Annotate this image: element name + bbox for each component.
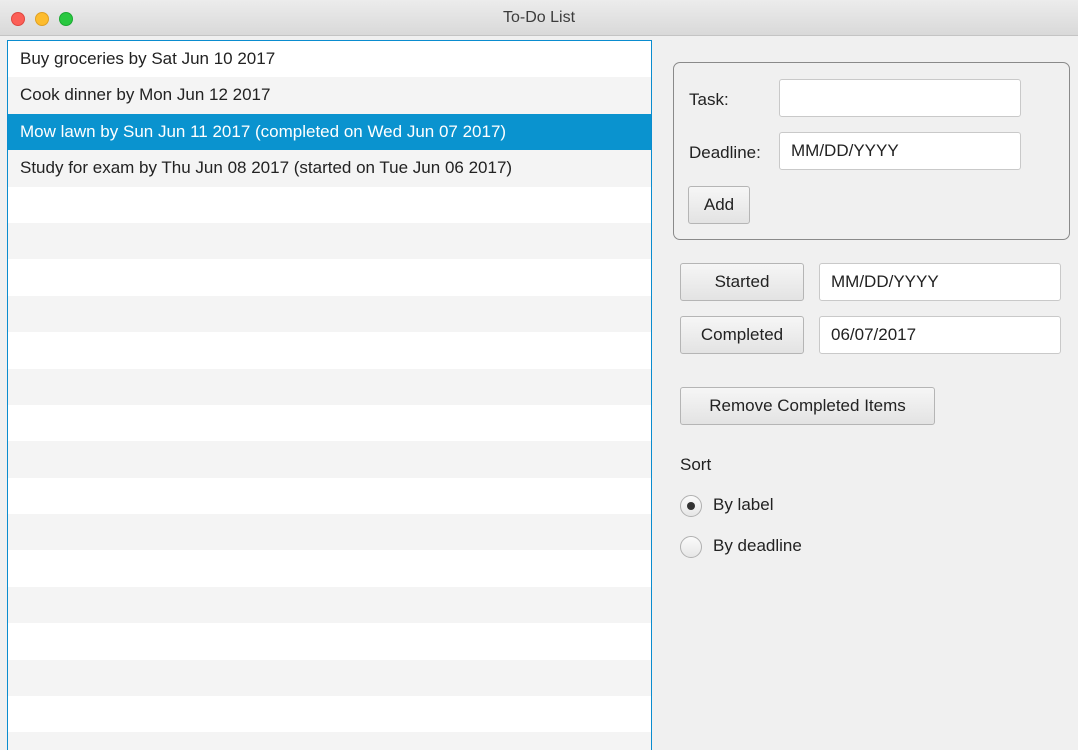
remove-completed-button[interactable]: Remove Completed Items — [680, 387, 935, 425]
empty-list-row — [8, 514, 651, 551]
started-button[interactable]: Started — [680, 263, 804, 301]
window-title: To-Do List — [502, 9, 576, 26]
deadline-input[interactable]: MM/DD/YYYY — [779, 132, 1021, 170]
add-button[interactable]: Add — [688, 186, 750, 224]
empty-list-row — [8, 550, 651, 586]
empty-list-row — [8, 295, 651, 333]
completed-date-input[interactable]: 06/07/2017 — [819, 316, 1061, 354]
empty-list-row — [8, 187, 651, 223]
list-item[interactable]: Cook dinner by Mon Jun 12 2017 — [8, 77, 651, 114]
sort-heading: Sort — [680, 455, 712, 474]
list-item[interactable]: Buy groceries by Sat Jun 10 2017 — [8, 41, 651, 77]
empty-list-row — [8, 222, 651, 260]
todo-list[interactable]: Buy groceries by Sat Jun 10 2017 Cook din… — [7, 40, 652, 750]
empty-list-row — [8, 478, 651, 514]
radio-selected-dot — [687, 502, 695, 510]
empty-list-row — [8, 732, 651, 750]
sort-by-label-text: By label — [713, 495, 774, 514]
app-window: To-Do List Buy groceries by Sat Jun 10 2… — [0, 0, 1078, 750]
completed-button[interactable]: Completed — [680, 316, 804, 354]
empty-list-row — [8, 441, 651, 478]
empty-list-row — [8, 332, 651, 368]
list-item[interactable]: Study for exam by Thu Jun 08 2017 (start… — [8, 150, 651, 187]
radio-indicator[interactable] — [680, 536, 702, 558]
radio-indicator[interactable] — [680, 495, 702, 517]
task-label: Task: — [689, 90, 729, 109]
empty-list-row — [8, 659, 651, 697]
empty-list-row — [8, 368, 651, 405]
empty-list-row — [8, 696, 651, 732]
deadline-label: Deadline: — [689, 143, 761, 162]
task-input[interactable] — [779, 79, 1021, 117]
title-bar: To-Do List — [0, 0, 1078, 36]
empty-list-row — [8, 623, 651, 659]
empty-list-row — [8, 405, 651, 441]
empty-list-row — [8, 259, 651, 295]
empty-list-row — [8, 586, 651, 624]
list-item[interactable]: Mow lawn by Sun Jun 11 2017 (completed o… — [8, 113, 651, 151]
sort-by-deadline-text: By deadline — [713, 536, 802, 555]
started-date-input[interactable]: MM/DD/YYYY — [819, 263, 1061, 301]
